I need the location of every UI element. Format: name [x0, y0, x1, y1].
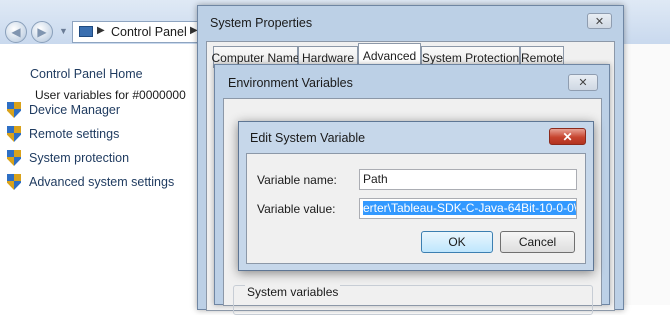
sidebar-item-device-manager[interactable]: Device Manager	[7, 101, 120, 119]
control-panel-content-area	[623, 44, 670, 305]
sidebar-item-label: System protection	[29, 151, 130, 165]
forward-arrow-icon: ▶	[37, 25, 47, 39]
system-variables-label: System variables	[245, 285, 341, 299]
dialog-title: Environment Variables	[228, 76, 353, 90]
shield-icon	[7, 150, 21, 166]
close-icon: ✕	[594, 15, 605, 28]
sidebar-item-system-protection[interactable]: System protection	[7, 149, 129, 167]
dialog-title: Edit System Variable	[250, 131, 366, 145]
sidebar-item-label: Device Manager	[29, 103, 121, 117]
forward-button[interactable]: ▶	[31, 21, 53, 43]
variable-value-input[interactable]: erter\Tableau-SDK-C-Java-64Bit-10-0-0\bi…	[359, 198, 577, 219]
sidebar-item-label: Remote settings	[29, 127, 120, 141]
chevron-right-icon[interactable]: ▶	[97, 25, 105, 36]
close-icon: ✕	[578, 77, 588, 89]
computer-icon	[79, 26, 93, 37]
shield-icon	[7, 126, 21, 142]
close-button[interactable]: ✕	[587, 13, 612, 29]
sidebar-item-advanced-system-settings[interactable]: Advanced system settings	[7, 173, 174, 191]
back-button[interactable]: ◀	[5, 21, 27, 43]
control-panel-home-link[interactable]: Control Panel Home	[30, 67, 143, 81]
close-button[interactable]: ✕	[568, 74, 598, 91]
sidebar-item-remote-settings[interactable]: Remote settings	[7, 125, 119, 143]
variable-name-label: Variable name:	[257, 173, 337, 187]
sidebar-item-label: Advanced system settings	[29, 175, 175, 189]
breadcrumb-control-panel[interactable]: Control Panel	[111, 25, 187, 39]
variable-value-label: Variable value:	[257, 202, 336, 216]
close-button[interactable]: ✕	[549, 128, 586, 145]
recent-pages-dropdown-icon[interactable]: ▼	[59, 26, 68, 36]
back-arrow-icon: ◀	[11, 25, 21, 39]
close-icon: ✕	[562, 129, 573, 144]
variable-name-input[interactable]: Path	[359, 169, 577, 190]
window-title: System Properties	[210, 16, 313, 30]
ok-button[interactable]: OK	[421, 231, 493, 253]
variable-name-value: Path	[363, 172, 388, 186]
shield-icon	[7, 102, 21, 118]
cancel-button[interactable]: Cancel	[500, 231, 575, 253]
address-bar[interactable]: ▶ Control Panel ▶	[72, 21, 202, 43]
variable-value-selected-text: erter\Tableau-SDK-C-Java-64Bit-10-0-0\bi…	[363, 201, 576, 215]
user-variables-label: User variables for #0000000	[35, 88, 186, 102]
shield-icon	[7, 174, 21, 190]
